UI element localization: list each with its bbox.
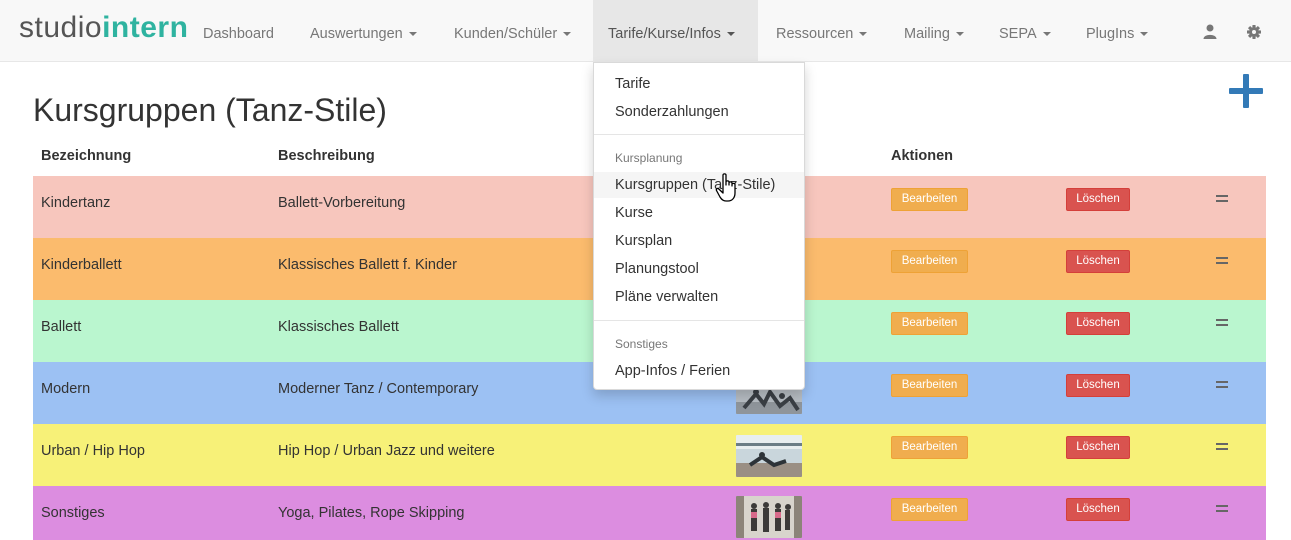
edit-button[interactable]: Bearbeiten [891,498,968,521]
delete-button[interactable]: Löschen [1066,312,1130,335]
row-thumbnail-image [736,435,802,477]
menu-divider [594,320,804,321]
table-row: Sonstiges Yoga, Pilates, Rope Skipping B… [33,486,1266,540]
nav-mailing[interactable]: Mailing [889,0,979,62]
caret-down-icon [563,32,572,36]
column-header-bezeichnung: Bezeichnung [41,148,132,164]
caret-down-icon [726,32,735,36]
delete-button[interactable]: Löschen [1066,188,1130,211]
menu-item-kursgruppen[interactable]: Kursgruppen (Tanz-Stile) [594,172,804,198]
gear-icon[interactable] [1244,22,1264,42]
caret-down-icon [955,32,964,36]
nav-ressourcen[interactable]: Ressourcen [761,0,882,62]
edit-button[interactable]: Bearbeiten [891,250,968,273]
delete-button[interactable]: Löschen [1066,250,1130,273]
caret-down-icon [859,32,868,36]
nav-plugins[interactable]: PlugIns [1071,0,1163,62]
menu-header-sonstiges: Sonstiges [615,337,668,351]
row-name: Kindertanz [41,195,111,211]
column-header-aktionen: Aktionen [891,148,954,164]
brand-logo[interactable]: studiointern [19,10,188,46]
menu-item-sonderzahlungen[interactable]: Sonderzahlungen [594,99,804,125]
drag-handle-icon[interactable] [1216,443,1228,451]
menu-item-app-infos-ferien[interactable]: App-Infos / Ferien [594,358,804,384]
brand-text-intern: intern [102,11,189,44]
row-description: Klassisches Ballett [278,319,399,335]
drag-handle-icon[interactable] [1216,257,1228,265]
plus-icon[interactable] [1226,72,1266,112]
user-icon[interactable] [1200,22,1220,42]
edit-button[interactable]: Bearbeiten [891,312,968,335]
nav-sepa[interactable]: SEPA [984,0,1066,62]
caret-down-icon [1140,32,1149,36]
delete-button[interactable]: Löschen [1066,498,1130,521]
row-name: Modern [41,381,91,397]
row-description: Ballett-Vorbereitung [278,195,406,211]
brand-text-studio: studio [19,11,103,44]
dropdown-menu-tarife-kurse-infos: Tarife Sonderzahlungen Kursplanung Kursg… [593,62,805,390]
row-name: Kinderballett [41,257,122,273]
menu-item-kurse[interactable]: Kurse [594,200,804,226]
edit-button[interactable]: Bearbeiten [891,436,968,459]
delete-button[interactable]: Löschen [1066,374,1130,397]
nav-kunden-schueler[interactable]: Kunden/Schüler [439,0,586,62]
edit-button[interactable]: Bearbeiten [891,188,968,211]
nav-tarife-kurse-infos[interactable]: Tarife/Kurse/Infos [593,0,758,62]
row-description: Hip Hop / Urban Jazz und weitere [278,443,495,459]
drag-handle-icon[interactable] [1216,505,1228,513]
drag-handle-icon[interactable] [1216,319,1228,327]
menu-divider [594,134,804,135]
nav-auswertungen[interactable]: Auswertungen [295,0,432,62]
caret-down-icon [408,32,417,36]
column-header-beschreibung: Beschreibung [278,148,375,164]
menu-item-tarife[interactable]: Tarife [594,71,804,97]
hand-cursor-icon [714,172,742,204]
menu-item-planungstool[interactable]: Planungstool [594,256,804,282]
table-row: Urban / Hip Hop Hip Hop / Urban Jazz und… [33,424,1266,486]
row-thumbnail-image [736,496,802,538]
row-name: Ballett [41,319,82,335]
delete-button[interactable]: Löschen [1066,436,1130,459]
menu-header-kursplanung: Kursplanung [615,151,683,165]
row-name: Sonstiges [41,505,105,521]
row-description: Yoga, Pilates, Rope Skipping [278,505,465,521]
drag-handle-icon[interactable] [1216,195,1228,203]
edit-button[interactable]: Bearbeiten [891,374,968,397]
top-navbar: studiointern Dashboard Auswertungen Kund… [0,0,1291,62]
page-title: Kursgruppen (Tanz-Stile) [33,92,387,128]
nav-dashboard[interactable]: Dashboard [188,0,289,62]
row-name: Urban / Hip Hop [41,443,145,459]
menu-item-plaene-verwalten[interactable]: Pläne verwalten [594,284,804,310]
caret-down-icon [1042,32,1051,36]
drag-handle-icon[interactable] [1216,381,1228,389]
menu-item-kursplan[interactable]: Kursplan [594,228,804,254]
row-description: Moderner Tanz / Contemporary [278,381,479,397]
row-description: Klassisches Ballett f. Kinder [278,257,457,273]
